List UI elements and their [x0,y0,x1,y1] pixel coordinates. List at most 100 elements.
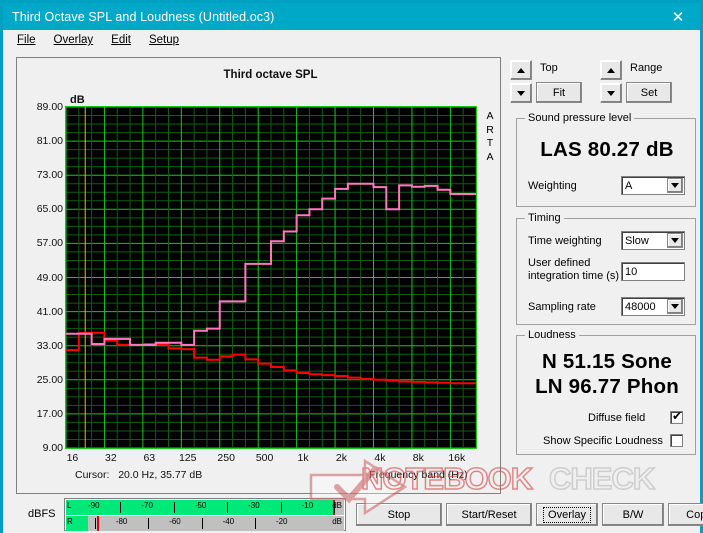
right-control-column: Top Fit Range Set Sound pressure level L… [506,55,696,495]
y-axis-tick-label: 49.00 [17,272,63,284]
level-meter: L dB -90-70-50-30-10 R dB -80-60-40-20 [64,498,346,531]
loudness-sone-reading: N 51.15 Sone [517,350,697,374]
chevron-down-icon[interactable] [667,233,683,248]
triangle-down-icon [607,91,615,96]
weighting-label: Weighting [528,180,577,192]
level-meter-tick [281,502,282,513]
level-meter-left-tick-label: -10 [302,501,314,510]
level-meter-right-row: R dB -80-60-40-20 [66,516,344,531]
fit-button[interactable]: Fit [536,82,582,103]
check-icon: ✔ [672,410,682,423]
loudness-group-legend: Loudness [525,329,579,341]
range-spinner-up-button[interactable] [600,60,622,80]
level-meter-left-tick-label: -30 [248,501,260,510]
time-weighting-value: Slow [625,235,649,247]
chart-panel: Third octave SPL dB 89.0081.0073.0065.00… [16,57,501,494]
level-meter-tick [120,502,121,513]
x-axis-tick-label: 500 [256,452,274,464]
range-spinner-down-button[interactable] [600,83,622,103]
time-weighting-label: Time weighting [528,235,602,247]
level-meter-tick [148,518,149,529]
dbfs-label: dBFS [28,508,56,520]
menu-item-setup[interactable]: Setup [140,32,188,48]
sampling-rate-label: Sampling rate [528,301,596,313]
cursor-readout: Cursor: 20.0 Hz, 35.77 dB [75,469,202,481]
triangle-down-icon [517,91,525,96]
weighting-select[interactable]: A [621,176,685,195]
menu-item-overlay[interactable]: Overlay [45,32,103,48]
level-meter-tick [95,518,96,529]
x-axis-ticks: 1632631252505001k2k4k8k16k [65,452,479,466]
y-axis-tick-label: 89.00 [17,101,63,113]
chart-svg [66,107,476,448]
start-reset-button[interactable]: Start/Reset [446,503,532,526]
chevron-down-icon[interactable] [667,178,683,193]
triangle-down-icon [671,304,679,309]
x-axis-tick-label: 63 [143,452,155,464]
sampling-rate-select[interactable]: 48000 [621,297,685,316]
level-meter-right-channel-label: R [67,517,73,526]
arta-letter-a2: A [483,151,497,165]
menu-item-file[interactable]: File [8,32,45,48]
top-spinner-down-button[interactable] [510,83,532,103]
menu-setup-label: Setup [149,34,179,46]
y-axis-tick-label: 25.00 [17,374,63,386]
level-meter-tick [255,518,256,529]
level-meter-left-tick-label: -50 [195,501,207,510]
cursor-label: Cursor: [75,469,109,481]
triangle-down-icon [671,238,679,243]
arta-watermark-label: A R T A [483,110,497,164]
time-weighting-select[interactable]: Slow [621,231,685,250]
y-axis-tick-label: 73.00 [17,169,63,181]
menu-bar: File Overlay Edit Setup [3,30,700,50]
range-label: Range [630,62,662,74]
stop-button[interactable]: Stop [356,503,442,526]
specific-loudness-label: Show Specific Loudness [543,435,663,447]
x-axis-tick-label: 8k [413,452,424,464]
timing-group-legend: Timing [525,212,564,224]
level-meter-right-tick-label: -60 [169,517,181,526]
level-meter-left-tick-label: -90 [88,501,100,510]
bw-button[interactable]: B/W [602,503,664,526]
level-meter-right-tick-label: -40 [223,517,235,526]
x-axis-tick-label: 250 [217,452,235,464]
level-meter-tick [227,502,228,513]
weighting-value: A [625,180,632,192]
chart-title: Third octave SPL [17,69,500,81]
loudness-group: Loudness N 51.15 Sone LN 96.77 Phon Diff… [516,335,696,455]
menu-file-label: File [17,34,36,46]
chevron-down-icon[interactable] [667,299,683,314]
overlay-button-label: Overlay [543,507,591,523]
x-axis-tick-label: 125 [179,452,197,464]
range-spinner[interactable] [600,60,622,104]
set-button[interactable]: Set [626,82,672,103]
top-spinner[interactable] [510,60,532,104]
window-title: Third Octave SPL and Loudness (Untitled.… [3,10,274,24]
y-axis-tick-label: 81.00 [17,135,63,147]
specific-loudness-checkbox[interactable] [670,434,683,447]
integration-time-value: 10 [625,266,637,278]
level-meter-right-tick-label: -80 [116,517,128,526]
diffuse-field-checkbox[interactable]: ✔ [670,411,683,424]
level-meter-tick [334,502,335,513]
close-icon[interactable]: ✕ [656,3,700,30]
overlay-button[interactable]: Overlay [536,503,598,526]
sound-pressure-level-group: Sound pressure level LAS 80.27 dB Weight… [516,118,696,207]
arta-letter-r: R [483,124,497,138]
start-reset-button-label: Start/Reset [461,509,516,521]
integration-time-input[interactable]: 10 [621,262,685,281]
arta-letter-t: T [483,137,497,151]
top-spinner-up-button[interactable] [510,60,532,80]
level-meter-left-row: L dB -90-70-50-30-10 [66,500,344,515]
menu-item-edit[interactable]: Edit [102,32,140,48]
main-content: Third octave SPL dB 89.0081.0073.0065.00… [3,50,700,533]
diffuse-field-label: Diffuse field [588,412,645,424]
app-window: Third Octave SPL and Loudness (Untitled.… [0,0,703,533]
x-axis-tick-label: 16 [67,452,79,464]
bw-button-label: B/W [623,509,644,521]
copy-button[interactable]: Copy [668,503,703,526]
chart-plot-area[interactable] [65,106,477,449]
spl-reading: LAS 80.27 dB [517,138,697,162]
x-axis-tick-label: 32 [105,452,117,464]
y-axis-tick-label: 57.00 [17,237,63,249]
